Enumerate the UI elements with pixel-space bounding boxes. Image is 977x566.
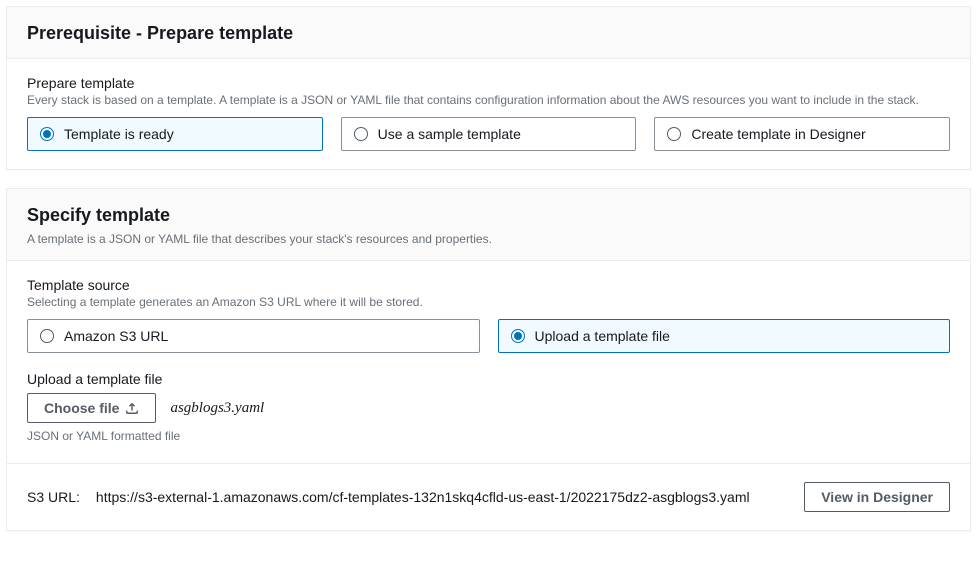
radio-icon	[511, 329, 525, 343]
template-source-hint: Selecting a template generates an Amazon…	[27, 295, 950, 309]
choose-file-button[interactable]: Choose file	[27, 393, 156, 423]
template-source-options: Amazon S3 URL Upload a template file	[27, 319, 950, 353]
prerequisite-header: Prerequisite - Prepare template	[7, 7, 970, 59]
view-in-designer-button[interactable]: View in Designer	[804, 482, 950, 512]
choose-file-label: Choose file	[44, 400, 119, 416]
specify-template-header: Specify template A template is a JSON or…	[7, 189, 970, 261]
option-label: Template is ready	[64, 126, 174, 142]
file-format-hint: JSON or YAML formatted file	[27, 429, 950, 443]
upload-file-label: Upload a template file	[27, 371, 950, 387]
uploaded-filename: asgblogs3.yaml	[170, 400, 264, 417]
s3-url-label: S3 URL:	[27, 489, 80, 505]
option-template-ready[interactable]: Template is ready	[27, 117, 323, 151]
option-sample-template[interactable]: Use a sample template	[341, 117, 637, 151]
radio-icon	[40, 127, 54, 141]
specify-template-panel: Specify template A template is a JSON or…	[6, 188, 971, 531]
option-s3-url[interactable]: Amazon S3 URL	[27, 319, 480, 353]
option-label: Amazon S3 URL	[64, 328, 168, 344]
radio-icon	[354, 127, 368, 141]
upload-icon	[125, 401, 139, 415]
prepare-template-label: Prepare template	[27, 75, 950, 91]
prepare-template-options: Template is ready Use a sample template …	[27, 117, 950, 151]
specify-template-title: Specify template	[27, 205, 950, 226]
specify-template-subtitle: A template is a JSON or YAML file that d…	[27, 232, 950, 246]
radio-icon	[667, 127, 681, 141]
prerequisite-panel: Prerequisite - Prepare template Prepare …	[6, 6, 971, 170]
option-label: Upload a template file	[535, 328, 670, 344]
option-label: Use a sample template	[378, 126, 521, 142]
divider	[7, 463, 970, 464]
prerequisite-title: Prerequisite - Prepare template	[27, 23, 950, 44]
prepare-template-hint: Every stack is based on a template. A te…	[27, 93, 950, 107]
view-designer-label: View in Designer	[821, 489, 933, 505]
option-create-designer[interactable]: Create template in Designer	[654, 117, 950, 151]
option-label: Create template in Designer	[691, 126, 865, 142]
template-source-label: Template source	[27, 277, 950, 293]
s3-url-value: https://s3-external-1.amazonaws.com/cf-t…	[96, 489, 788, 505]
radio-icon	[40, 329, 54, 343]
option-upload-file[interactable]: Upload a template file	[498, 319, 951, 353]
